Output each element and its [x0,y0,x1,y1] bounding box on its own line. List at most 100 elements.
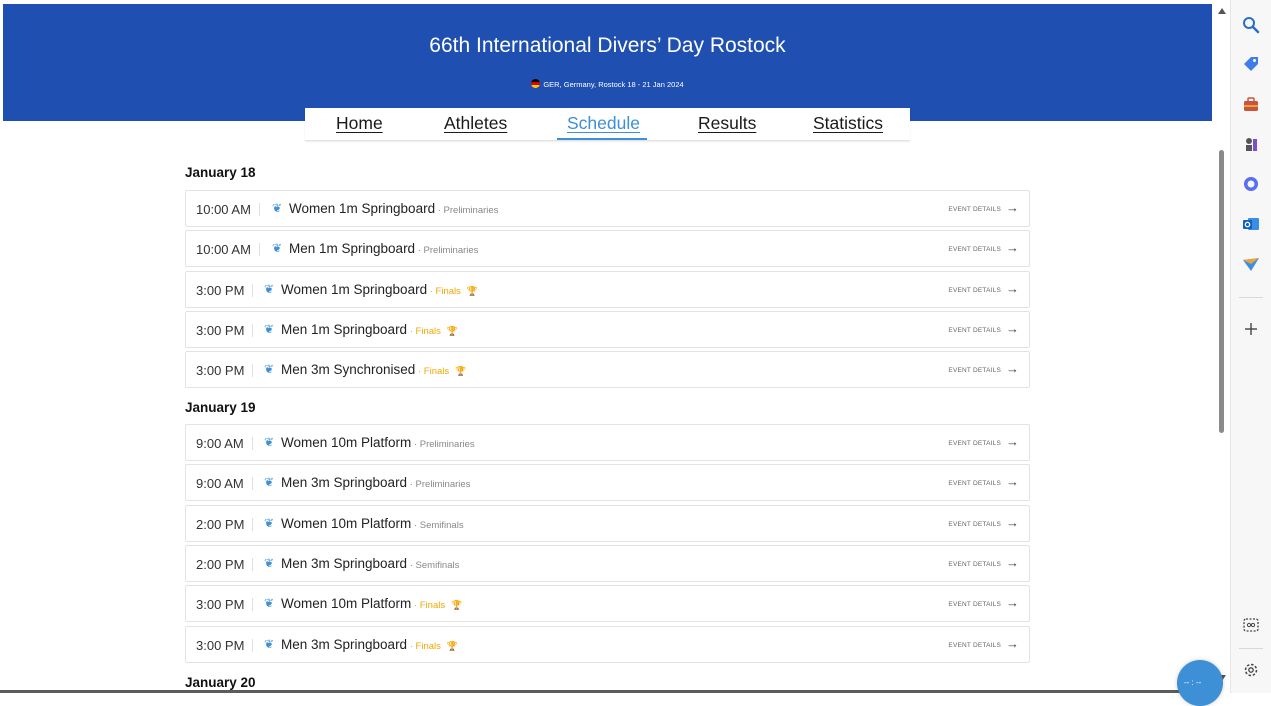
event-title: Men 3m Synchronised · Finals 🏆 [281,362,466,377]
germany-flag-icon [531,79,541,88]
event-subtitle: GER, Germany, Rostock 18 - 21 Jan 2024 [3,79,1212,89]
arrow-right-icon[interactable]: → [1006,281,1019,296]
event-time: 9:00 AM [196,476,244,491]
trophy-icon: 🏆 [455,366,467,376]
schedule-row[interactable]: 3:00 PM ❦ Men 3m Springboard · Finals 🏆 EVEN… [185,626,1030,663]
chess-icon[interactable] [1241,134,1261,154]
trophy-icon: 🏆 [466,286,479,296]
row-divider [252,518,253,531]
event-details-link[interactable]: EVENT DETAILS [948,246,1001,253]
diving-icon: ❦ [264,596,275,610]
event-phase-label: Finals [423,366,450,377]
event-time: 3:00 PM [196,283,245,298]
nav-home[interactable]: Home [336,113,383,134]
office-icon[interactable] [1241,174,1261,194]
event-location-dates: GER, Germany, Rostock 18 - 21 Jan 2024 [543,80,684,89]
outlook-icon[interactable] [1241,214,1261,234]
scroll-up-arrow-icon[interactable] [1218,8,1226,14]
nav-statistics[interactable]: Statistics [813,113,883,134]
arrow-right-icon[interactable]: → [1006,474,1019,489]
row-divider [252,324,253,337]
event-phase: · Semifinals [411,520,464,531]
schedule-row[interactable]: 3:00 PM ❦ Women 10m Platform · Finals 🏆 EVEN… [185,585,1030,622]
settings-icon[interactable] [1241,660,1261,680]
briefcase-icon[interactable] [1241,94,1261,114]
scroll-thumb[interactable] [1219,150,1224,433]
nav-active-indicator [557,138,647,140]
tag-icon[interactable] [1241,54,1261,74]
arrow-right-icon[interactable]: → [1006,240,1019,255]
arrow-right-icon[interactable]: → [1006,595,1019,610]
row-divider [252,364,253,377]
nav-results[interactable]: Results [698,113,756,134]
event-phase: · Finals [415,366,450,377]
event-details-link[interactable]: EVENT DETAILS [948,480,1001,487]
trophy-icon: 🏆 [446,326,459,336]
schedule-row[interactable]: 9:00 AM ❦ Men 3m Springboard · Preliminari… [185,464,1030,501]
schedule-row[interactable]: 9:00 AM ❦ Women 10m Platform · Preliminari… [185,424,1030,461]
diving-icon: ❦ [264,556,275,570]
diving-icon: ❦ [272,201,283,215]
arrow-right-icon[interactable]: → [1006,515,1019,530]
arrow-right-icon[interactable]: → [1006,555,1019,570]
schedule-row[interactable]: 3:00 PM ❦ Women 1m Springboard · Finals 🏆 EV… [185,271,1030,308]
nav-schedule[interactable]: Schedule [567,113,640,134]
event-details-link[interactable]: EVENT DETAILS [948,561,1001,568]
event-title: Men 3m Springboard · Semifinals [281,556,459,571]
arrow-right-icon[interactable]: → [1006,200,1019,215]
event-title: Men 1m Springboard · Preliminaries [289,241,478,256]
arrow-right-icon[interactable]: → [1006,361,1019,376]
event-phase: · Finals [407,326,441,337]
schedule-row[interactable]: 3:00 PM ❦ Men 1m Springboard · Finals 🏆 EVEN… [185,311,1030,348]
event-name: Women 1m Springboard [281,282,428,297]
event-name: Men 3m Springboard [281,475,408,490]
arrow-right-icon[interactable]: → [1006,321,1019,336]
event-phase: · Preliminaries [415,245,479,256]
screenshot-icon[interactable] [1241,615,1261,635]
event-name: Men 3m Springboard [281,637,408,652]
event-details-link[interactable]: EVENT DETAILS [948,521,1001,528]
event-time: 9:00 AM [196,436,244,451]
schedule-row[interactable]: 10:00 AM ❦ Women 1m Springboard · Prelimin… [185,190,1030,227]
arrow-right-icon[interactable]: → [1006,636,1019,651]
event-time: 3:00 PM [196,597,245,612]
event-time: 3:00 PM [196,638,245,653]
event-details-link[interactable]: EVENT DETAILS [948,440,1001,447]
event-phase-label: Finals [415,326,441,337]
event-name: Men 1m Springboard [289,241,416,256]
event-name: Men 1m Springboard [281,322,408,337]
event-details-link[interactable]: EVENT DETAILS [948,327,1001,334]
event-name: Women 10m Platform [281,516,412,531]
nav-athletes[interactable]: Athletes [444,113,507,134]
event-title: Women 10m Platform · Preliminaries [281,435,475,450]
schedule-row[interactable]: 10:00 AM ❦ Men 1m Springboard · Preliminar… [185,230,1030,267]
event-phase: · Finals [407,641,441,652]
schedule-row[interactable]: 2:00 PM ❦ Men 3m Springboard · Semifinals E… [185,545,1030,582]
event-details-link[interactable]: EVENT DETAILS [948,642,1001,649]
event-details-link[interactable]: EVENT DETAILS [948,367,1001,374]
floating-widget-button[interactable]: -- : -- [1177,660,1223,706]
schedule-row[interactable]: 2:00 PM ❦ Women 10m Platform · Semifinals E… [185,505,1030,542]
event-title: Women 1m Springboard · Finals 🏆 [281,282,478,297]
event-details-link[interactable]: EVENT DETAILS [948,287,1001,294]
event-phase: · Preliminaries [407,479,471,490]
event-details-link[interactable]: EVENT DETAILS [948,601,1001,608]
arrow-right-icon[interactable]: → [1006,434,1019,449]
event-details-link[interactable]: EVENT DETAILS [948,206,1001,213]
event-time: 3:00 PM [196,323,245,338]
browser-sidebar [1230,0,1271,693]
page-scrollbar[interactable] [1213,0,1230,693]
event-phase-label: Preliminaries [419,439,475,450]
event-phase: · Semifinals [407,560,460,571]
event-title: 66th International Divers’ Day Rostock [429,34,786,57]
schedule-row[interactable]: 3:00 PM ❦ Men 3m Synchronised · Finals 🏆 EVE… [185,351,1030,388]
send-icon[interactable] [1241,254,1261,274]
floating-widget-label: -- : -- [1184,678,1202,687]
event-name: Women 1m Springboard [289,201,436,216]
event-phase: · Finals [427,286,461,297]
diving-icon: ❦ [264,322,275,336]
event-phase-label: Semifinals [415,560,460,571]
add-icon[interactable] [1241,319,1261,339]
sidebar-divider [1239,648,1263,649]
search-icon[interactable] [1241,15,1261,35]
